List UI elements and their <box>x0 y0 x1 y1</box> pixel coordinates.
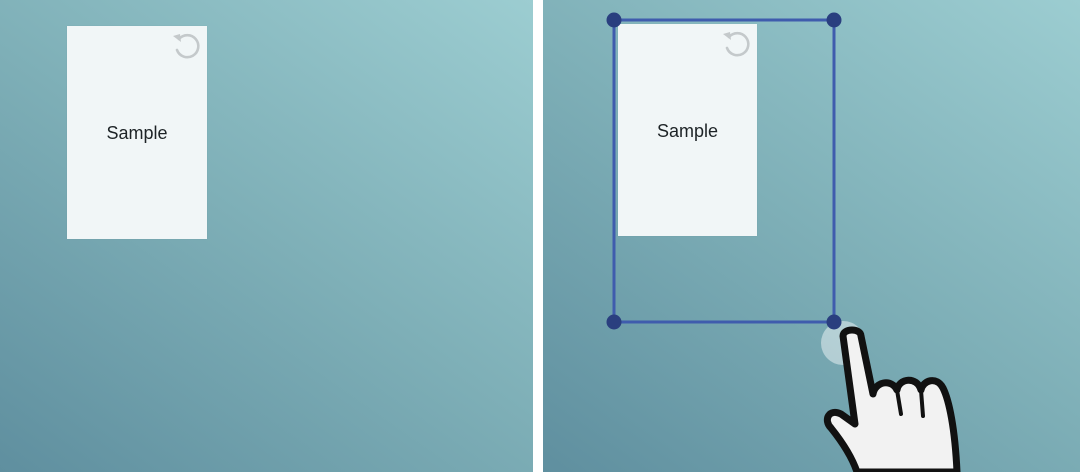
right-canvas: Sample <box>543 0 1080 472</box>
sample-card[interactable]: Sample <box>67 26 207 239</box>
rotate-ccw-icon[interactable] <box>169 28 205 64</box>
comparison-stage: Sample Sample <box>0 0 1080 472</box>
selection-frame <box>612 18 836 324</box>
left-canvas: Sample <box>0 0 533 472</box>
selection-box[interactable] <box>543 0 1080 472</box>
card-label: Sample <box>106 123 168 143</box>
bottom-left-handle[interactable] <box>606 314 622 330</box>
panel-divider <box>533 0 543 472</box>
top-left-handle[interactable] <box>606 12 622 28</box>
pointing-hand-icon <box>823 326 961 472</box>
top-right-handle[interactable] <box>826 12 842 28</box>
